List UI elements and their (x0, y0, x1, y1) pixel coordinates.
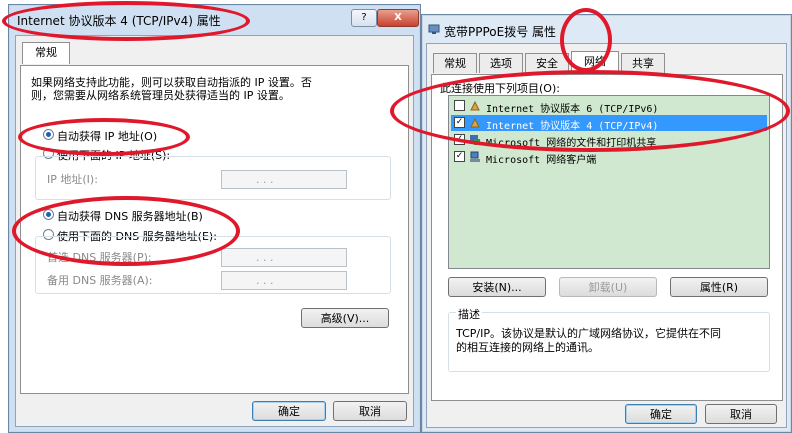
description-line-2: 则，您需要从网络系统管理员处获得适当的 IP 设置。 (31, 89, 290, 102)
network-panel: 此连接使用下列项目(O): Internet 协议版本 6 (TCP/IPv6)… (431, 74, 783, 401)
ipv4-tab-strip: 常规 (22, 42, 402, 65)
components-list[interactable]: Internet 协议版本 6 (TCP/IPv6) ✓ Internet 协议… (448, 95, 770, 269)
item-label: Microsoft 网络的文件和打印机共享 (486, 138, 657, 149)
list-label: 此连接使用下列项目(O): (440, 82, 560, 95)
pppoe-title-bar[interactable]: 宽带PPPoE拨号 属性 (422, 15, 791, 43)
ipv4-properties-window: Internet 协议版本 4 (TCP/IPv4) 属性 ? X 常规 如果网… (8, 4, 421, 433)
ok-button-pppoe[interactable]: 确定 (625, 404, 697, 424)
uninstall-button[interactable]: 卸载(U) (559, 277, 657, 297)
install-button[interactable]: 安装(N)... (448, 277, 546, 297)
description-text-2: 的相互连接的网络上的通讯。 (456, 341, 599, 354)
tab-general[interactable]: 常规 (22, 42, 70, 64)
general-panel: 如果网络支持此功能，则可以获取自动指派的 IP 设置。否 则，您需要从网络系统管… (20, 65, 409, 394)
advanced-button[interactable]: 高级(V)... (301, 308, 389, 328)
auto-dns-label[interactable]: 自动获得 DNS 服务器地址(B) (57, 208, 203, 224)
network-connection-icon (428, 24, 440, 34)
ipv4-client-area: 常规 如果网络支持此功能，则可以获取自动指派的 IP 设置。否 则，您需要从网络… (15, 35, 414, 427)
network-client-icon (470, 151, 480, 162)
network-protocol-icon (470, 100, 480, 111)
list-item[interactable]: ✓ Microsoft 网络客户端 (451, 149, 767, 166)
cancel-button[interactable]: 取消 (333, 401, 407, 421)
item-checkbox[interactable] (454, 100, 465, 111)
tab-network[interactable]: 网络 (571, 51, 619, 73)
description-heading: 描述 (456, 306, 482, 322)
alternate-dns-field[interactable]: . . . (221, 271, 347, 290)
tab-general-pppoe[interactable]: 常规 (433, 53, 477, 73)
ipv4-title-bar[interactable]: Internet 协议版本 4 (TCP/IPv4) 属性 ? X (9, 5, 420, 33)
file-printer-share-icon (470, 135, 480, 145)
ip-address-label: IP 地址(I): (47, 173, 98, 186)
alternate-dns-dots: . . . (256, 274, 274, 287)
pppoe-client-area: 常规 选项 安全 网络 共享 此连接使用下列项目(O): Internet 协议… (426, 43, 787, 428)
list-item[interactable]: ✓ Microsoft 网络的文件和打印机共享 (451, 132, 767, 149)
pppoe-window-title: 宽带PPPoE拨号 属性 (444, 25, 557, 39)
network-protocol-icon (470, 117, 480, 128)
ok-button[interactable]: 确定 (252, 401, 326, 421)
help-button[interactable]: ? (351, 9, 377, 27)
pppoe-properties-window: 宽带PPPoE拨号 属性 常规 选项 安全 网络 共享 此连接使用下列项目(O)… (421, 14, 792, 433)
ip-address-dots: . . . (256, 173, 274, 186)
preferred-dns-field[interactable]: . . . (221, 248, 347, 267)
alternate-dns-label: 备用 DNS 服务器(A): (47, 274, 153, 287)
item-label: Internet 协议版本 4 (TCP/IPv4) (486, 121, 659, 132)
preferred-dns-label: 首选 DNS 服务器(P): (47, 251, 152, 264)
auto-ip-radio[interactable] (43, 129, 54, 140)
ipv4-window-title: Internet 协议版本 4 (TCP/IPv4) 属性 (17, 14, 221, 28)
auto-dns-radio[interactable] (43, 209, 54, 220)
preferred-dns-dots: . . . (256, 251, 274, 264)
item-label: Microsoft 网络客户端 (486, 155, 597, 166)
tab-sharing[interactable]: 共享 (621, 53, 665, 73)
pppoe-tab-strip: 常规 选项 安全 网络 共享 (433, 51, 773, 74)
item-label: Internet 协议版本 6 (TCP/IPv6) (486, 104, 659, 115)
properties-button[interactable]: 属性(R) (670, 277, 768, 297)
item-checkbox[interactable]: ✓ (454, 151, 465, 162)
tab-options[interactable]: 选项 (479, 53, 523, 73)
close-button[interactable]: X (377, 9, 419, 27)
item-checkbox[interactable]: ✓ (454, 117, 465, 128)
ip-address-field[interactable]: . . . (221, 170, 347, 189)
auto-ip-label[interactable]: 自动获得 IP 地址(O) (57, 128, 157, 144)
tab-security[interactable]: 安全 (525, 53, 569, 73)
cancel-button-pppoe[interactable]: 取消 (705, 404, 777, 424)
list-item[interactable]: ✓ Internet 协议版本 4 (TCP/IPv4) (451, 115, 767, 132)
item-checkbox[interactable]: ✓ (454, 134, 465, 145)
list-item[interactable]: Internet 协议版本 6 (TCP/IPv6) (451, 98, 767, 115)
